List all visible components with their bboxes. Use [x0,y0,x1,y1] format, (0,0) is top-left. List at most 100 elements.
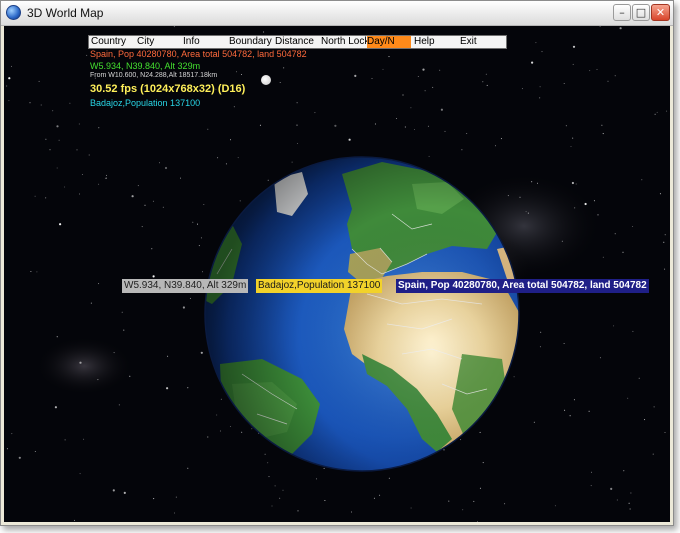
menu-country[interactable]: Country [91,36,126,48]
star [268,476,270,478]
menu-day-night[interactable]: Day/N [367,36,411,48]
star [40,104,42,106]
star [664,432,666,433]
star [382,68,384,70]
star [6,448,8,450]
star [656,111,658,113]
star [410,507,412,509]
maximize-icon: □ [635,6,647,19]
menu-exit[interactable]: Exit [460,36,477,48]
star [152,200,154,202]
star [129,375,131,377]
star [622,251,624,253]
star [570,146,572,147]
minimize-icon: – [619,6,625,19]
star [654,113,656,115]
star [79,473,81,475]
star [388,477,390,479]
hud-country-info: Spain, Pop 40280780, Area total 504782, … [90,49,307,59]
star [563,83,565,84]
close-icon: ✕ [655,6,666,19]
star [572,137,574,139]
star [159,162,160,164]
earth-globe[interactable] [202,154,522,474]
star [569,415,571,417]
star [500,138,502,140]
star [11,65,12,67]
star [76,149,78,151]
star [575,183,577,185]
star [282,489,284,491]
star [486,84,488,86]
star [644,419,646,421]
star [118,404,120,406]
star [461,149,463,151]
star [440,108,443,111]
star [97,379,99,381]
star [236,71,237,73]
star [137,185,139,187]
star [297,510,299,512]
close-button[interactable]: ✕ [651,4,670,21]
star [427,125,429,127]
star [535,42,537,44]
star [402,94,404,96]
star [38,80,40,82]
minimize-button[interactable]: – [613,4,631,21]
star [197,223,198,225]
star [187,387,189,389]
star [233,106,235,108]
star [152,275,155,278]
star [563,343,565,344]
star [664,268,666,270]
star [182,306,185,309]
star [379,494,381,496]
maximize-button[interactable]: □ [632,4,650,21]
title-bar[interactable]: 3D World Map – □ ✕ [1,1,673,26]
star [404,126,406,128]
star [198,245,200,247]
star [36,271,38,273]
star [448,500,450,502]
star [565,125,567,127]
star [607,80,609,82]
star [424,90,426,92]
star [540,331,542,333]
star [414,129,415,130]
star [98,127,100,129]
star [371,78,373,79]
star [564,409,566,411]
menu-info[interactable]: Info [183,36,200,48]
star [121,311,123,313]
menu-north-lock[interactable]: North Lock [321,36,369,48]
star [663,241,665,243]
star [79,193,80,195]
globe-viewport[interactable]: Country City Info Boundary Distance Nort… [4,26,670,522]
star [659,193,661,195]
star [296,124,298,126]
star [504,503,506,505]
star [187,467,189,469]
star [296,102,298,104]
menu-help[interactable]: Help [414,36,435,48]
star [539,86,541,88]
star [623,470,625,472]
star [86,54,88,56]
star [131,195,134,198]
menu-boundary[interactable]: Boundary [229,36,272,48]
moon [261,75,271,85]
star [479,487,481,489]
star [164,166,168,170]
menu-distance[interactable]: Distance [275,36,314,48]
star [572,45,576,48]
overlay-city-info: Badajoz,Population 137100 [256,279,383,293]
star [79,361,82,364]
star [207,128,209,130]
star [6,85,8,87]
star [531,181,533,183]
star [52,110,54,112]
star [664,234,666,236]
hud-from-info: From W10.600, N24.288,Alt 18517.18km [90,72,218,79]
star [666,110,668,112]
menu-city[interactable]: City [137,36,154,48]
